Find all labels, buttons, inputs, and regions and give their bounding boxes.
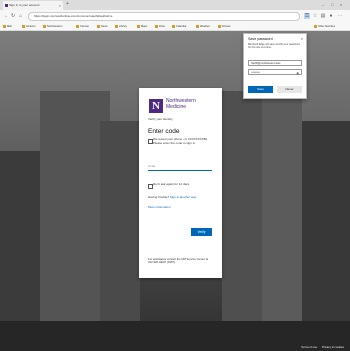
- favorite-item[interactable]: Canvas: [76, 23, 89, 30]
- profile-icon[interactable]: ●: [328, 13, 334, 19]
- url-text: https://login.microsoftonline.com/common…: [34, 14, 113, 18]
- new-tab-icon[interactable]: +: [66, 1, 69, 7]
- close-window-icon[interactable]: ×: [340, 0, 342, 9]
- brand-name: Northwestern Medicine: [166, 98, 196, 110]
- address-bar[interactable]: https://login.microsoftonline.com/common…: [28, 12, 300, 21]
- collections-icon[interactable]: ▤: [320, 13, 326, 19]
- password-field[interactable]: •••••••••• ◉: [248, 69, 302, 75]
- other-favorites[interactable]: Other favorites: [314, 23, 335, 30]
- assistance-text: For assistance contact the NM Service Ce…: [148, 257, 209, 265]
- favorite-item[interactable]: Maps: [137, 23, 147, 30]
- identity-text: Verify your identity: [148, 117, 173, 121]
- favorite-item[interactable]: News: [97, 23, 108, 30]
- refresh-icon[interactable]: ↻: [11, 12, 15, 21]
- never-button[interactable]: Never: [277, 86, 302, 93]
- trouble-line: Having trouble? Sign in another way: [148, 195, 197, 199]
- back-icon[interactable]: ←: [4, 12, 9, 21]
- favorite-item[interactable]: Fitness: [218, 23, 230, 30]
- favorite-item[interactable]: Weather: [196, 23, 210, 30]
- save-button[interactable]: Save: [248, 86, 273, 93]
- favorite-item[interactable]: Drive: [155, 23, 165, 30]
- page-footer: Terms of use Privacy & cookies: [297, 345, 344, 349]
- code-input[interactable]: Code: [148, 162, 212, 171]
- dialog-title: Save password: [248, 37, 273, 41]
- home-icon[interactable]: ⌂: [19, 12, 22, 21]
- code-placeholder: Code: [148, 164, 156, 168]
- verify-button[interactable]: Verify: [191, 228, 212, 236]
- close-tab-icon[interactable]: ×: [59, 1, 61, 10]
- page-title: Enter code: [148, 128, 180, 135]
- sign-in-another-way-link[interactable]: Sign in another way: [170, 195, 196, 199]
- sms-instructions: We texted your phone +X XXXXXXXX50. Plea…: [153, 137, 208, 145]
- navigation-bar: ← ↻ ⌂ https://login.microsoftonline.com/…: [0, 10, 350, 23]
- minimize-icon[interactable]: –: [322, 0, 324, 9]
- terms-link[interactable]: Terms of use: [301, 345, 317, 349]
- tab-title: Sign in to your account: [9, 3, 40, 7]
- more-information-link[interactable]: More information: [148, 205, 214, 210]
- favorites-bar: Mail Amazon Northwestern Canvas News Lib…: [0, 23, 350, 31]
- remember-label: Don't ask again for 14 days: [153, 182, 190, 186]
- site-favicon-icon: [5, 4, 8, 7]
- favorite-item[interactable]: Mail: [3, 23, 12, 30]
- close-icon[interactable]: ×: [301, 36, 303, 41]
- favorite-item[interactable]: Library: [115, 23, 127, 30]
- password-key-icon[interactable]: ⚿: [304, 13, 310, 19]
- sign-in-card: N Northwestern Medicine Verify your iden…: [139, 88, 222, 278]
- username-field[interactable]: NetID@northwestern.edu: [248, 60, 302, 66]
- favorite-item[interactable]: Amazon: [22, 23, 36, 30]
- show-password-icon[interactable]: ◉: [296, 70, 299, 76]
- privacy-link[interactable]: Privacy & cookies: [322, 345, 344, 349]
- favorite-item[interactable]: Northwestern: [43, 23, 62, 30]
- favorites-star-icon[interactable]: ☆: [312, 13, 318, 19]
- save-password-dialog: Save password × Microsoft Edge will save…: [243, 33, 307, 99]
- dialog-description: Microsoft Edge will save and fill your p…: [248, 43, 300, 49]
- northwestern-logo: N: [149, 99, 163, 113]
- tab-signin[interactable]: Sign in to your account ×: [3, 1, 63, 10]
- more-menu-icon[interactable]: ⋯: [337, 13, 343, 19]
- favorite-item[interactable]: Calendar: [172, 23, 187, 30]
- tab-bar: Sign in to your account × + – □ ×: [0, 0, 350, 10]
- maximize-icon[interactable]: □: [331, 0, 333, 9]
